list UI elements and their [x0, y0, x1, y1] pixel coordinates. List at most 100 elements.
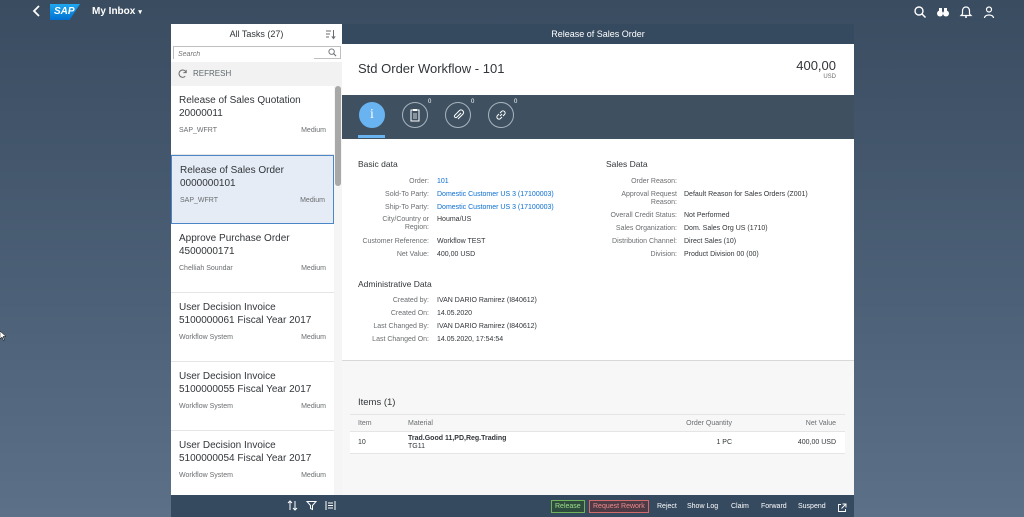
link-icon [496, 110, 506, 120]
shell-header: SAP My Inbox ▾ [0, 0, 1024, 24]
table-row[interactable]: 10 Trad.Good 11,PD,Reg.Trading TG11 1 PC… [350, 432, 845, 454]
app-title-menu[interactable]: My Inbox ▾ [92, 6, 142, 17]
scrollbar-thumb[interactable] [335, 86, 341, 186]
task-title: Approve Purchase Order 4500000171 [179, 233, 290, 257]
user-icon[interactable] [982, 5, 996, 19]
request-rework-button[interactable]: Request Rework [589, 500, 649, 513]
items-table: Item Material Order Quantity Net Value 1… [350, 414, 845, 454]
release-button[interactable]: Release [551, 500, 585, 513]
field-value: Not Performed [684, 212, 730, 219]
cell-item: 10 [358, 439, 366, 446]
show-log-button[interactable]: Show Log [684, 500, 721, 513]
field-division: Division: Product Division 00 (00) [342, 251, 759, 259]
task-list: Release of Sales Quotation 20000011 SAP_… [171, 86, 334, 500]
attachments-count: 0 [471, 99, 475, 105]
task-creator: Workflow System [179, 472, 233, 479]
chevron-left-icon [32, 5, 40, 17]
field-value: IVAN DARIO Ramirez (I840612) [437, 297, 537, 304]
sort-list-icon[interactable] [325, 29, 336, 40]
field-sales-org: Sales Organization: Dom. Sales Org US (1… [342, 225, 768, 233]
task-priority: Medium [301, 472, 326, 479]
task-list-panel: All Tasks (27) REFRESH Release of Sales … [171, 24, 342, 517]
list-item[interactable]: Approve Purchase Order 4500000171 Chelli… [171, 224, 334, 293]
task-title: Release of Sales Order 0000000101 [180, 165, 284, 189]
filter-icon[interactable] [305, 500, 318, 511]
attachment-icon [453, 109, 464, 120]
open-external-button[interactable] [834, 500, 850, 513]
field-label: Approval Request [621, 191, 677, 198]
field-value: Default Reason for Sales Orders (Z001) [684, 191, 808, 198]
back-button[interactable] [30, 4, 42, 18]
table-header: Item Material Order Quantity Net Value [350, 414, 845, 432]
field-created-on: Created On: 14.05.2020 [342, 310, 472, 318]
field-last-changed-on: Last Changed On: 14.05.2020, 17:54:54 [342, 336, 503, 344]
field-label: Division: [650, 251, 677, 258]
search-field[interactable] [173, 46, 341, 60]
field-value: Direct Sales (10) [684, 238, 737, 245]
basic-data-title: Basic data [358, 159, 398, 169]
cell-net-value: 400,00 USD [797, 439, 836, 446]
list-item[interactable]: Release of Sales Quotation 20000011 SAP_… [171, 86, 334, 155]
binoculars-icon[interactable] [936, 5, 950, 19]
sales-data-title: Sales Data [606, 159, 648, 169]
task-title: User Decision Invoice 5100000055 Fiscal … [179, 371, 312, 395]
object-number: 400,00 [796, 58, 836, 73]
col-item: Item [358, 420, 372, 427]
field-distribution-channel: Distribution Channel: Direct Sales (10) [342, 238, 736, 246]
field-approval-reason: Approval Request Reason: Default Reason … [342, 191, 807, 207]
field-label: Created by: [392, 297, 429, 304]
refresh-button[interactable]: REFRESH [171, 62, 342, 86]
active-tab-indicator [358, 135, 385, 138]
field-value: IVAN DARIO Ramirez (I840612) [437, 323, 537, 330]
items-section: Items (1) Item Material Order Quantity N… [342, 362, 854, 492]
detail-footer: Release Request Rework Reject Show Log C… [342, 495, 854, 517]
forward-button[interactable]: Forward [758, 500, 790, 513]
search-icon[interactable] [328, 48, 337, 57]
task-list-title: All Tasks (27) [229, 29, 284, 39]
task-priority: Medium [300, 197, 325, 204]
field-created-by: Created by: IVAN DARIO Ramirez (I840612) [342, 297, 537, 305]
field-label: Order Reason: [631, 178, 677, 185]
tab-links[interactable] [488, 102, 514, 128]
list-item[interactable]: User Decision Invoice 5100000061 Fiscal … [171, 293, 334, 362]
field-value: Dom. Sales Org US (1710) [684, 225, 768, 232]
external-link-icon [838, 503, 847, 512]
field-label: Last Changed By: [373, 323, 429, 330]
search-input[interactable] [174, 49, 314, 60]
task-list-footer [171, 495, 342, 517]
task-creator: Chelliah Soundar [179, 265, 233, 272]
task-priority: Medium [301, 265, 326, 272]
task-creator: Workflow System [179, 403, 233, 410]
info-tab-content: Basic data Order: 101 Sold-To Party: Dom… [342, 139, 854, 361]
object-title: Std Order Workflow - 101 [358, 61, 505, 76]
suspend-button[interactable]: Suspend [795, 500, 829, 513]
tab-attachments[interactable] [445, 102, 471, 128]
list-item-selected[interactable]: Release of Sales Order 0000000101 SAP_WF… [171, 155, 334, 224]
search-icon[interactable] [913, 5, 927, 19]
bell-icon[interactable] [959, 5, 973, 19]
detail-title: Release of Sales Order [342, 24, 854, 44]
list-item[interactable]: User Decision Invoice 5100000054 Fiscal … [171, 431, 334, 500]
task-priority: Medium [301, 403, 326, 410]
field-label: Distribution Channel: [612, 238, 677, 245]
group-icon[interactable] [325, 500, 336, 511]
task-title: User Decision Invoice 5100000054 Fiscal … [179, 440, 312, 464]
notes-icon [410, 109, 420, 122]
claim-button[interactable]: Claim [728, 500, 752, 513]
reject-button[interactable]: Reject [654, 500, 680, 513]
task-title: Release of Sales Quotation 20000011 [179, 95, 301, 119]
col-material: Material [408, 420, 433, 427]
task-priority: Medium [301, 127, 326, 134]
field-last-changed-by: Last Changed By: IVAN DARIO Ramirez (I84… [342, 323, 537, 331]
cell-quantity: 1 PC [716, 439, 732, 446]
tab-info[interactable]: i [359, 102, 385, 128]
refresh-icon [177, 68, 188, 79]
task-creator: Workflow System [179, 334, 233, 341]
list-item[interactable]: User Decision Invoice 5100000055 Fiscal … [171, 362, 334, 431]
task-detail-panel: Release of Sales Order Std Order Workflo… [342, 24, 854, 517]
app-title: My Inbox [92, 6, 136, 17]
tab-notes[interactable] [402, 102, 428, 128]
sap-logo[interactable]: SAP [50, 4, 80, 20]
sort-icon[interactable] [287, 500, 298, 511]
cell-material-id: TG11 [408, 443, 425, 450]
